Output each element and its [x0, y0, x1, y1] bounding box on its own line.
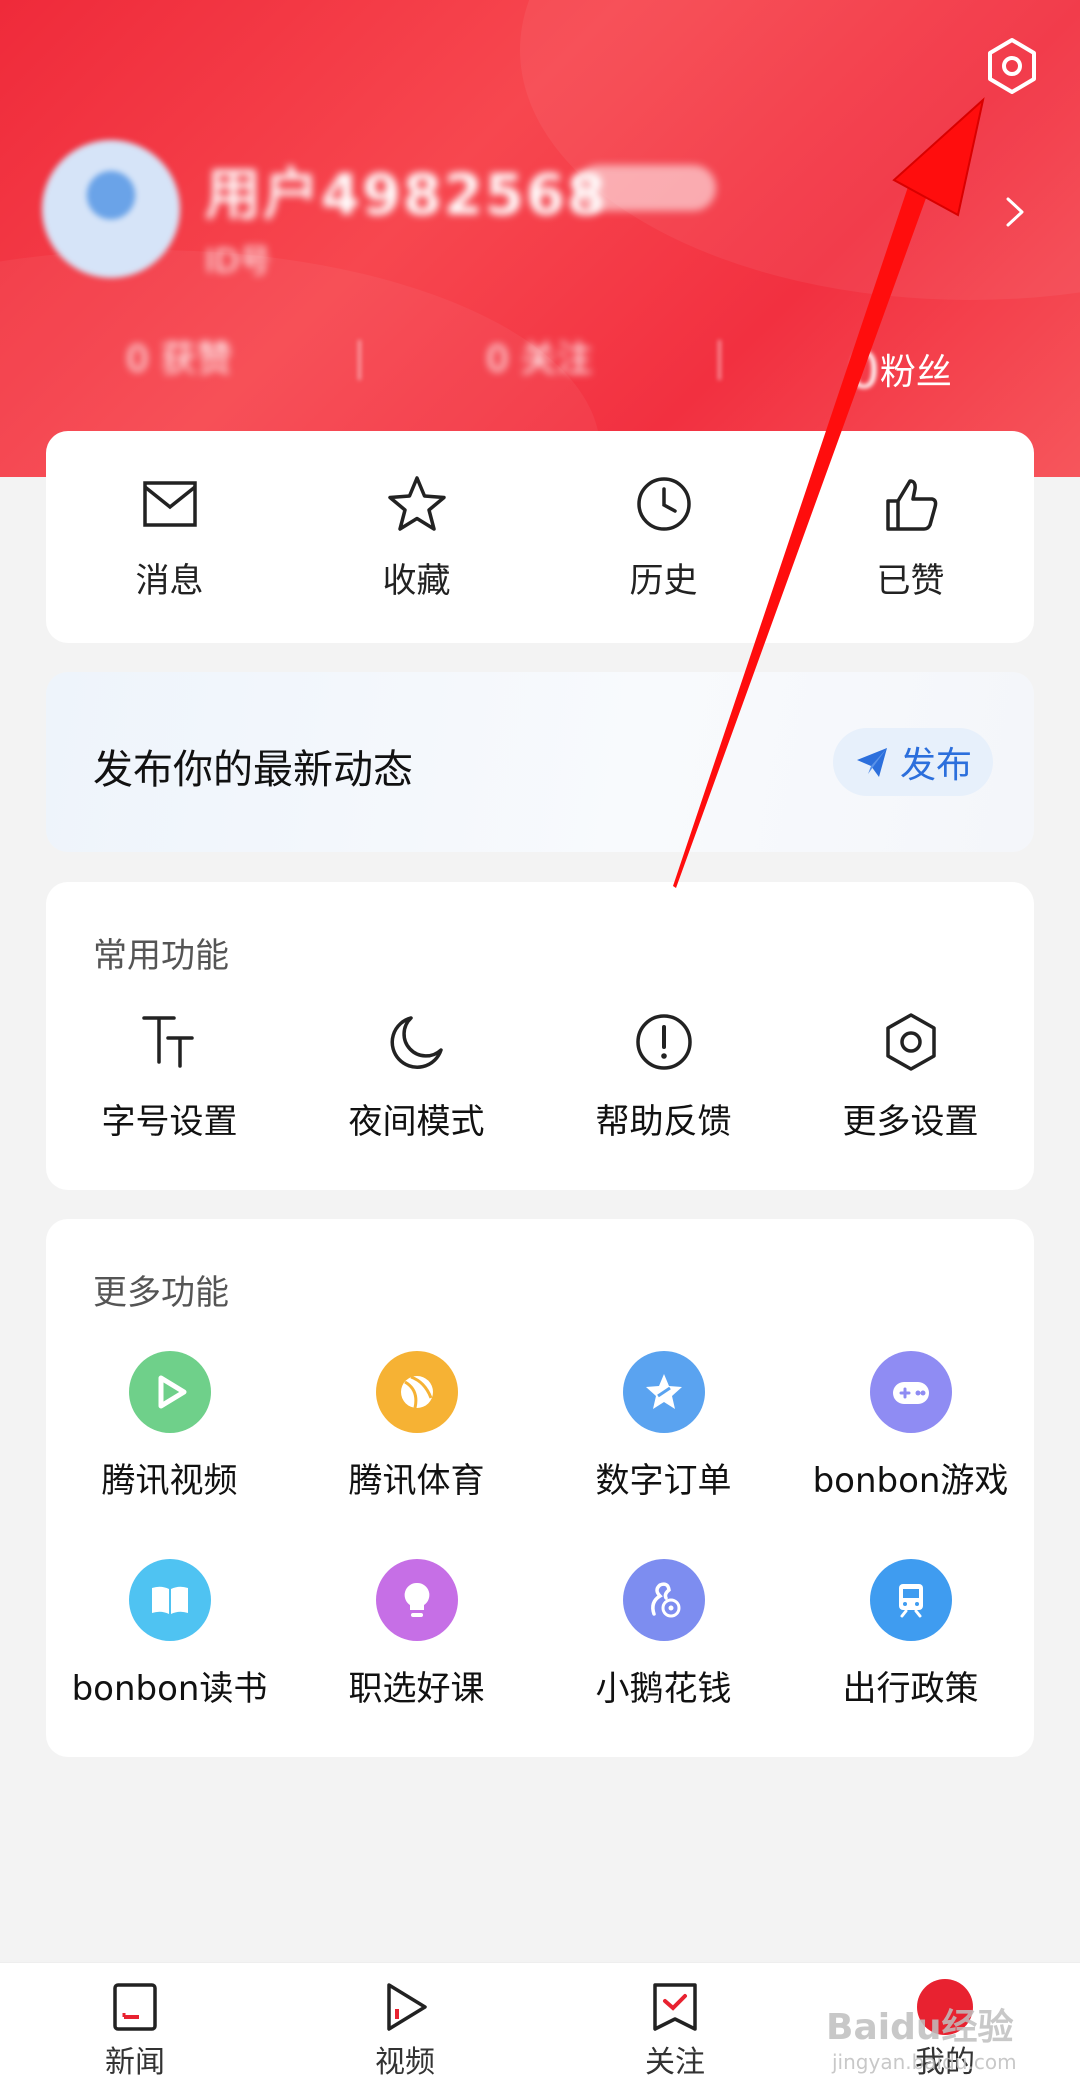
quick-action-liked[interactable]: 已赞 [787, 431, 1034, 643]
clock-icon [636, 477, 691, 531]
user-id: ID号 [205, 242, 272, 280]
thumbs-up-icon [885, 479, 937, 531]
function-night-mode[interactable]: 夜间模式 [293, 1010, 540, 1143]
common-functions-card: 常用功能 字号设置 夜间模式 帮助反馈 更多设置 [46, 882, 1034, 1190]
post-update-card[interactable]: 发布你的最新动态 发布 [46, 672, 1034, 852]
ball-icon [375, 1351, 458, 1433]
quick-action-label: 收藏 [382, 561, 451, 601]
send-icon [856, 748, 887, 777]
username[interactable]: 用户4982568 [205, 150, 608, 231]
post-prompt: 发布你的最新动态 [93, 747, 413, 793]
tab-label: 关注 [645, 2045, 705, 2080]
tab-follow[interactable]: 关注 [540, 1963, 810, 2094]
function-label: 夜间模式 [348, 1102, 485, 1142]
service-career-courses[interactable]: 职选好课 [293, 1559, 540, 1710]
stat-fans-count: 0 [848, 342, 880, 400]
play-icon [128, 1351, 211, 1433]
font-size-icon [141, 1016, 194, 1068]
service-bonbon-games[interactable]: bonbon游戏 [787, 1351, 1034, 1502]
star-badge-icon [622, 1351, 705, 1433]
watermark-brand: Baidu经验 [826, 2007, 1014, 2048]
avatar[interactable] [42, 140, 180, 278]
stat-fans[interactable]: 0粉丝 [848, 338, 952, 400]
goose-coin-icon [622, 1559, 705, 1641]
quick-action-favorites[interactable]: 收藏 [293, 431, 540, 643]
service-label: bonbon读书 [71, 1669, 268, 1709]
follow-icon [653, 1983, 697, 2031]
service-tencent-sports[interactable]: 腾讯体育 [293, 1351, 540, 1502]
chevron-right-icon[interactable] [1004, 195, 1028, 229]
section-title: 常用功能 [93, 936, 229, 976]
stat-divider [358, 340, 361, 380]
settings-icon[interactable] [982, 36, 1042, 96]
quick-action-label: 消息 [135, 561, 204, 601]
level-badge [576, 165, 716, 211]
video-icon [387, 1983, 427, 2031]
bulb-icon [375, 1559, 458, 1641]
train-icon [869, 1559, 952, 1641]
more-functions-card: 更多功能 腾讯视频 腾讯体育 数字订单 bonbon游戏 bonbon读书 职选… [46, 1219, 1034, 1757]
service-label: 腾讯视频 [101, 1461, 238, 1501]
stat-fans-label: 粉丝 [879, 352, 952, 393]
star-icon [387, 476, 446, 531]
quick-action-label: 历史 [629, 561, 698, 601]
function-help-feedback[interactable]: 帮助反馈 [540, 1010, 787, 1143]
service-label: 数字订单 [595, 1461, 732, 1501]
section-title: 更多功能 [93, 1273, 229, 1313]
service-tencent-video[interactable]: 腾讯视频 [46, 1351, 293, 1502]
hexagon-settings-icon [885, 1013, 936, 1071]
gamepad-icon [869, 1351, 952, 1433]
service-label: 职选好课 [348, 1669, 485, 1709]
publish-button[interactable]: 发布 [833, 728, 993, 796]
tab-news[interactable]: 新闻 [0, 1963, 270, 2094]
function-label: 更多设置 [842, 1102, 979, 1142]
stat-divider [718, 340, 721, 380]
tab-video[interactable]: 视频 [270, 1963, 540, 2094]
news-icon [113, 1983, 157, 2031]
baidu-watermark: Baidu经验 jingyan.baidu.com [826, 1998, 1017, 2074]
book-icon [128, 1559, 211, 1641]
service-label: 出行政策 [842, 1669, 979, 1709]
service-travel-policy[interactable]: 出行政策 [787, 1559, 1034, 1710]
stat-likes[interactable]: 0 获赞 [126, 330, 232, 382]
watermark-url: jingyan.baidu.com [832, 2050, 1017, 2074]
quick-action-messages[interactable]: 消息 [46, 431, 293, 643]
service-bonbon-reading[interactable]: bonbon读书 [46, 1559, 293, 1710]
profile-header: 用户4982568 ID号 0 获赞 0 关注 0粉丝 [0, 0, 1080, 477]
tab-label: 新闻 [105, 2045, 165, 2080]
service-digital-orders[interactable]: 数字订单 [540, 1351, 787, 1502]
function-label: 帮助反馈 [595, 1102, 732, 1142]
service-label: bonbon游戏 [812, 1461, 1009, 1501]
service-label: 小鹅花钱 [595, 1669, 732, 1709]
moon-icon [390, 1016, 443, 1069]
quick-action-label: 已赞 [876, 561, 945, 601]
tab-label: 视频 [375, 2045, 435, 2080]
service-label: 腾讯体育 [348, 1461, 485, 1501]
service-goose-finance[interactable]: 小鹅花钱 [540, 1559, 787, 1710]
function-font-size[interactable]: 字号设置 [46, 1010, 293, 1143]
quick-actions-card: 消息 收藏 历史 已赞 [46, 431, 1034, 643]
function-more-settings[interactable]: 更多设置 [787, 1010, 1034, 1143]
quick-action-history[interactable]: 历史 [540, 431, 787, 643]
stat-following[interactable]: 0 关注 [486, 330, 592, 382]
function-label: 字号设置 [101, 1102, 238, 1142]
alert-circle-icon [635, 1014, 692, 1070]
mail-icon [142, 481, 197, 527]
publish-label: 发布 [899, 745, 972, 786]
